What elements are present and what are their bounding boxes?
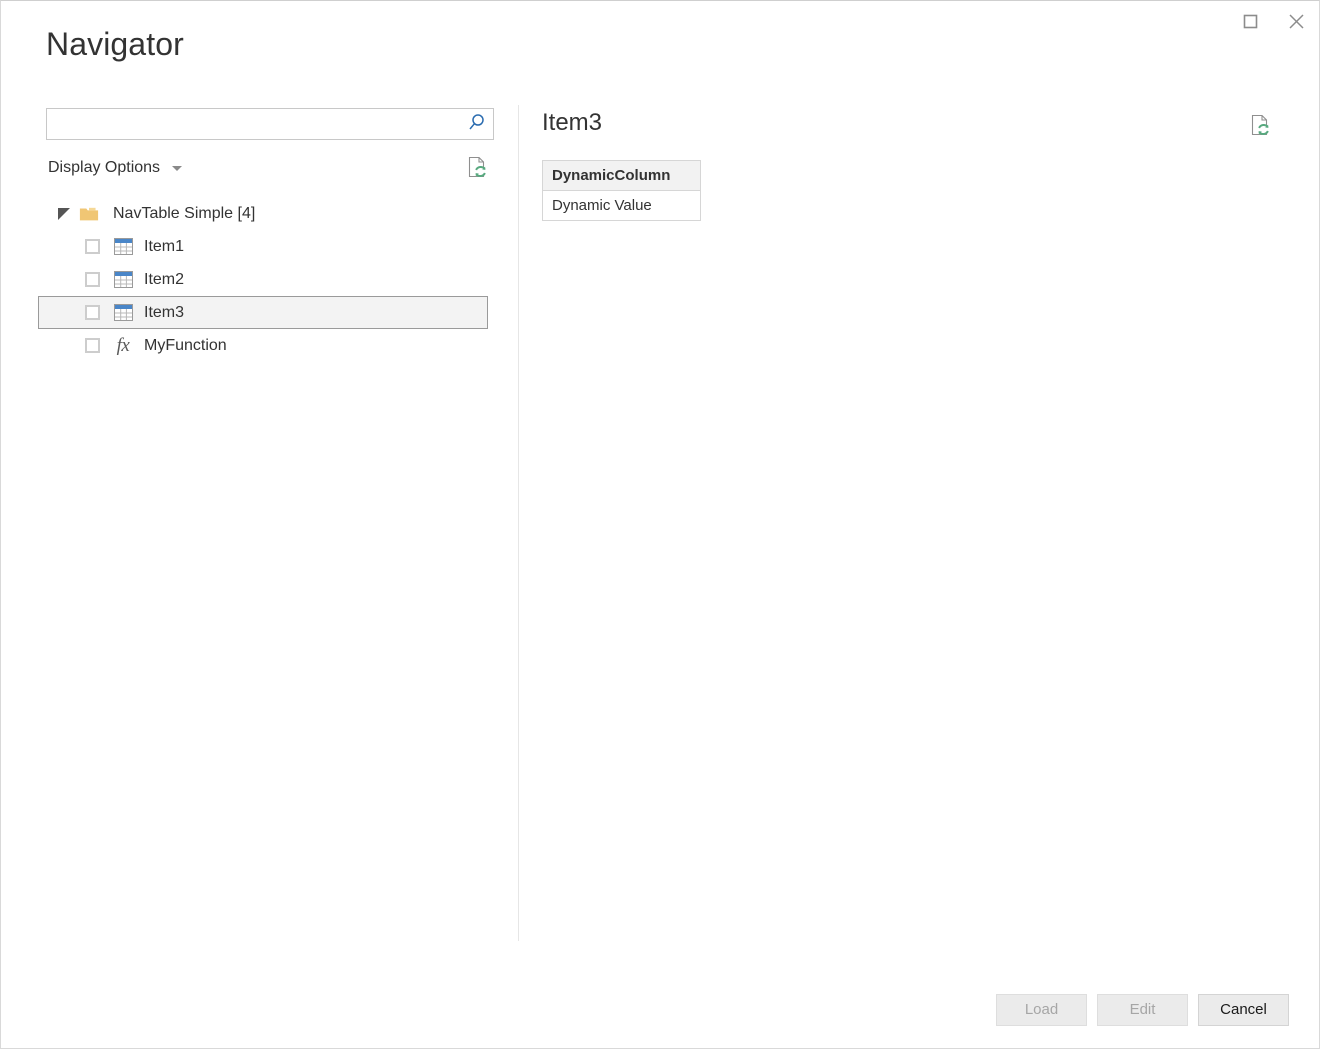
tree-item-checkbox[interactable] xyxy=(85,239,100,254)
tree-root-node[interactable]: NavTable Simple [4] xyxy=(46,197,496,230)
edit-button[interactable]: Edit xyxy=(1097,994,1188,1026)
refresh-preview-button[interactable] xyxy=(1247,113,1273,139)
tree-item-label: Item3 xyxy=(144,303,185,321)
tree-item-label: Item1 xyxy=(144,237,185,255)
pane-divider xyxy=(518,105,519,941)
tree-item-item3[interactable]: Item3 xyxy=(38,296,488,329)
close-button[interactable] xyxy=(1273,3,1319,39)
tree-item-item1[interactable]: Item1 xyxy=(46,230,496,263)
preview-title: Item3 xyxy=(542,109,603,136)
window-controls xyxy=(1227,1,1319,41)
triangle-expanded-icon[interactable] xyxy=(57,207,71,221)
table-icon xyxy=(113,237,133,257)
left-pane xyxy=(46,108,496,140)
preview-column-header[interactable]: DynamicColumn xyxy=(542,160,701,191)
tree-item-checkbox[interactable] xyxy=(85,272,100,287)
refresh-document-icon xyxy=(467,156,488,181)
display-options-label: Display Options xyxy=(48,159,161,176)
tree-item-checkbox[interactable] xyxy=(85,338,100,353)
folder-icon xyxy=(79,204,99,224)
tree-item-label: Item2 xyxy=(144,270,185,288)
maximize-icon xyxy=(1243,14,1258,29)
close-icon xyxy=(1288,13,1305,30)
search-button[interactable] xyxy=(459,109,493,139)
chevron-down-icon xyxy=(172,165,183,171)
tree-root-label: NavTable Simple [4] xyxy=(113,204,256,222)
search-box[interactable] xyxy=(46,108,494,140)
dialog-footer: Load Edit Cancel xyxy=(1,994,1319,1026)
function-fx-icon: fx xyxy=(116,335,130,356)
tree-item-item2[interactable]: Item2 xyxy=(46,263,496,296)
tree-item-myfunction[interactable]: fx MyFunction xyxy=(46,329,496,362)
maximize-button[interactable] xyxy=(1227,3,1273,39)
table-row: Dynamic Value xyxy=(542,190,701,221)
navigation-tree: NavTable Simple [4] Item1 Item2 Item3 fx… xyxy=(38,197,496,362)
search-input[interactable] xyxy=(47,109,459,139)
search-icon xyxy=(467,113,486,135)
preview-table: DynamicColumn Dynamic Value xyxy=(542,160,701,221)
load-button[interactable]: Load xyxy=(996,994,1087,1026)
table-icon xyxy=(113,270,133,290)
tree-item-checkbox[interactable] xyxy=(85,305,100,320)
table-icon xyxy=(113,303,133,323)
tree-item-label: MyFunction xyxy=(144,336,227,354)
navigator-dialog: Navigator Display Options NavTable Simpl… xyxy=(0,0,1320,1049)
refresh-document-icon xyxy=(1250,114,1271,139)
refresh-preview-left-button[interactable] xyxy=(464,155,490,181)
preview-pane: Item3 DynamicColumn Dynamic Value xyxy=(542,105,1289,221)
preview-header: Item3 xyxy=(542,105,1289,139)
display-options-dropdown[interactable]: Display Options xyxy=(46,157,184,179)
cancel-button[interactable]: Cancel xyxy=(1198,994,1289,1026)
preview-cell: Dynamic Value xyxy=(542,190,701,221)
page-title: Navigator xyxy=(46,26,184,62)
display-options-row: Display Options xyxy=(46,153,494,183)
preview-table-header-row: DynamicColumn xyxy=(542,160,701,191)
